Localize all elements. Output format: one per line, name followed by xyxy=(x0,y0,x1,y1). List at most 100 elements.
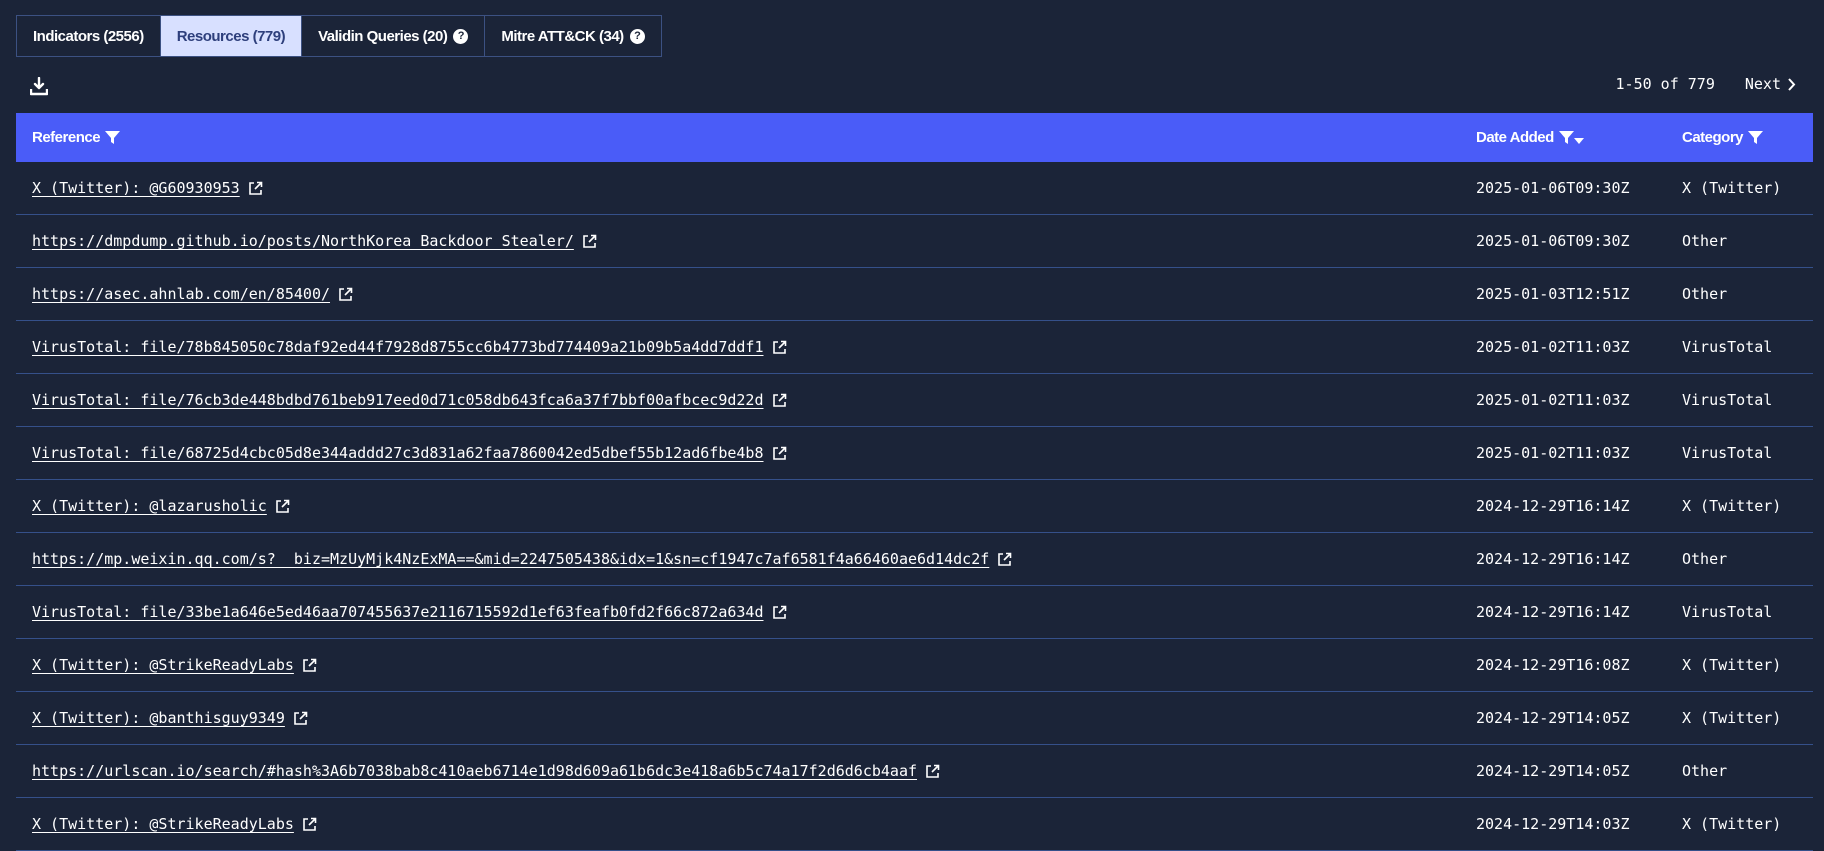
date-added-cell: 2024-12-29T16:08Z xyxy=(1476,656,1630,674)
reference-link[interactable]: X (Twitter): @G60930953 xyxy=(32,179,263,197)
column-header-label: Category xyxy=(1682,129,1744,146)
reference-text: VirusTotal: file/78b845050c78daf92ed44f7… xyxy=(32,338,764,356)
date-added-cell: 2025-01-02T11:03Z xyxy=(1476,391,1630,409)
table-row: X (Twitter): @lazarusholic 2024-12-29T16:… xyxy=(16,480,1813,533)
reference-cell: https://dmpdump.github.io/posts/NorthKor… xyxy=(32,215,597,267)
tab-label: Resources (779) xyxy=(176,27,286,45)
help-icon[interactable]: ? xyxy=(453,28,469,44)
reference-link[interactable]: VirusTotal: file/33be1a646e5ed46aa707455… xyxy=(32,603,787,621)
tab-resources[interactable]: Resources (779) xyxy=(160,16,303,56)
reference-link[interactable]: VirusTotal: file/78b845050c78daf92ed44f7… xyxy=(32,338,787,356)
table-row: X (Twitter): @G60930953 2025-01-06T09:30Z… xyxy=(16,162,1813,215)
reference-text: https://mp.weixin.qq.com/s?__biz=MzUyMjk… xyxy=(32,550,990,568)
download-icon[interactable] xyxy=(30,77,48,97)
sort-descending-icon[interactable] xyxy=(1573,137,1584,145)
reference-cell: X (Twitter): @lazarusholic xyxy=(32,480,290,532)
reference-text: https://urlscan.io/search/#hash%3A6b7038… xyxy=(32,762,918,780)
external-link-icon xyxy=(772,446,786,460)
reference-text: https://asec.ahnlab.com/en/85400/ xyxy=(32,285,331,303)
external-link-icon xyxy=(998,552,1012,566)
external-link-icon xyxy=(294,711,308,725)
reference-cell: X (Twitter): @StrikeReadyLabs xyxy=(32,798,317,850)
external-link-icon xyxy=(926,764,940,778)
category-cell: X (Twitter) xyxy=(1682,179,1782,197)
tab-indicators[interactable]: Indicators (2556) xyxy=(17,16,161,56)
reference-text: VirusTotal: file/33be1a646e5ed46aa707455… xyxy=(32,603,764,621)
column-header-category[interactable]: Category xyxy=(1682,113,1764,162)
reference-cell: VirusTotal: file/68725d4cbc05d8e344addd2… xyxy=(32,427,787,479)
date-added-cell: 2024-12-29T16:14Z xyxy=(1476,603,1630,621)
reference-text: VirusTotal: file/68725d4cbc05d8e344addd2… xyxy=(32,444,764,462)
table-row: X (Twitter): @banthisguy9349 2024-12-29T1… xyxy=(16,692,1813,745)
category-cell: Other xyxy=(1682,232,1728,250)
page-range: 1-50 of 779 xyxy=(1615,75,1715,93)
table-row: https://urlscan.io/search/#hash%3A6b7038… xyxy=(16,745,1813,798)
tab-label: Mitre ATT&CK (34) xyxy=(501,27,624,45)
external-link-icon xyxy=(303,817,317,831)
filter-icon[interactable] xyxy=(105,130,121,145)
category-cell: VirusTotal xyxy=(1682,603,1773,621)
reference-link[interactable]: https://mp.weixin.qq.com/s?__biz=MzUyMjk… xyxy=(32,550,1012,568)
category-cell: Other xyxy=(1682,550,1728,568)
table-row: VirusTotal: file/68725d4cbc05d8e344addd2… xyxy=(16,427,1813,480)
filter-icon[interactable] xyxy=(1748,130,1764,145)
table-row: VirusTotal: file/33be1a646e5ed46aa707455… xyxy=(16,586,1813,639)
column-header-reference[interactable]: Reference xyxy=(32,113,121,162)
help-icon[interactable]: ? xyxy=(629,28,645,44)
category-cell: X (Twitter) xyxy=(1682,709,1782,727)
date-added-cell: 2025-01-02T11:03Z xyxy=(1476,338,1630,356)
table-row: https://dmpdump.github.io/posts/NorthKor… xyxy=(16,215,1813,268)
date-added-cell: 2024-12-29T14:03Z xyxy=(1476,815,1630,833)
reference-cell: X (Twitter): @G60930953 xyxy=(32,162,263,214)
reference-link[interactable]: VirusTotal: file/76cb3de448bdbd761beb917… xyxy=(32,391,787,409)
category-cell: X (Twitter) xyxy=(1682,815,1782,833)
date-added-cell: 2025-01-02T11:03Z xyxy=(1476,444,1630,462)
external-link-icon xyxy=(303,658,317,672)
filter-icon[interactable] xyxy=(1558,130,1574,145)
external-link-icon xyxy=(339,287,353,301)
pagination: 1-50 of 779 Next xyxy=(1616,75,1796,93)
reference-cell: https://urlscan.io/search/#hash%3A6b7038… xyxy=(32,745,940,797)
external-link-icon xyxy=(276,499,290,513)
reference-link[interactable]: X (Twitter): @lazarusholic xyxy=(32,497,290,515)
reference-link[interactable]: X (Twitter): @StrikeReadyLabs xyxy=(32,656,317,674)
external-link-icon xyxy=(583,234,597,248)
category-cell: X (Twitter) xyxy=(1682,656,1782,674)
reference-link[interactable]: https://urlscan.io/search/#hash%3A6b7038… xyxy=(32,762,940,780)
column-header-label: Reference xyxy=(32,129,101,146)
date-added-cell: 2025-01-06T09:30Z xyxy=(1476,232,1630,250)
reference-link[interactable]: https://asec.ahnlab.com/en/85400/ xyxy=(32,285,353,303)
table-row: X (Twitter): @StrikeReadyLabs 2024-12-29T… xyxy=(16,798,1813,851)
date-added-cell: 2025-01-03T12:51Z xyxy=(1476,285,1630,303)
table-row: VirusTotal: file/78b845050c78daf92ed44f7… xyxy=(16,321,1813,374)
table-row: VirusTotal: file/76cb3de448bdbd761beb917… xyxy=(16,374,1813,427)
reference-link[interactable]: X (Twitter): @banthisguy9349 xyxy=(32,709,308,727)
next-page-button[interactable]: Next xyxy=(1745,75,1796,93)
tab-validin-queries[interactable]: Validin Queries (20)? xyxy=(302,16,486,56)
tab-bar: Indicators (2556) Resources (779) Validi… xyxy=(16,15,662,57)
reference-text: X (Twitter): @StrikeReadyLabs xyxy=(32,656,294,674)
chevron-right-icon xyxy=(1788,77,1796,91)
category-cell: Other xyxy=(1682,285,1728,303)
reference-link[interactable]: X (Twitter): @StrikeReadyLabs xyxy=(32,815,317,833)
reference-cell: X (Twitter): @banthisguy9349 xyxy=(32,692,308,744)
tab-label: Validin Queries (20) xyxy=(318,27,448,45)
date-added-cell: 2025-01-06T09:30Z xyxy=(1476,179,1630,197)
reference-cell: VirusTotal: file/33be1a646e5ed46aa707455… xyxy=(32,586,787,638)
category-cell: X (Twitter) xyxy=(1682,497,1782,515)
reference-text: X (Twitter): @G60930953 xyxy=(32,179,240,197)
tab-label: Indicators (2556) xyxy=(33,27,144,45)
date-added-cell: 2024-12-29T16:14Z xyxy=(1476,497,1630,515)
table-header: Reference Date Added Category xyxy=(16,113,1813,162)
column-header-date-added[interactable]: Date Added xyxy=(1476,113,1584,162)
next-label: Next xyxy=(1744,75,1781,93)
table-row: https://mp.weixin.qq.com/s?__biz=MzUyMjk… xyxy=(16,533,1813,586)
reference-text: X (Twitter): @lazarusholic xyxy=(32,497,267,515)
tab-mitre-attack[interactable]: Mitre ATT&CK (34)? xyxy=(485,16,661,56)
column-header-label: Date Added xyxy=(1476,129,1554,146)
reference-link[interactable]: VirusTotal: file/68725d4cbc05d8e344addd2… xyxy=(32,444,787,462)
reference-cell: X (Twitter): @StrikeReadyLabs xyxy=(32,639,317,691)
category-cell: VirusTotal xyxy=(1682,391,1773,409)
reference-link[interactable]: https://dmpdump.github.io/posts/NorthKor… xyxy=(32,232,597,250)
category-cell: Other xyxy=(1682,762,1728,780)
